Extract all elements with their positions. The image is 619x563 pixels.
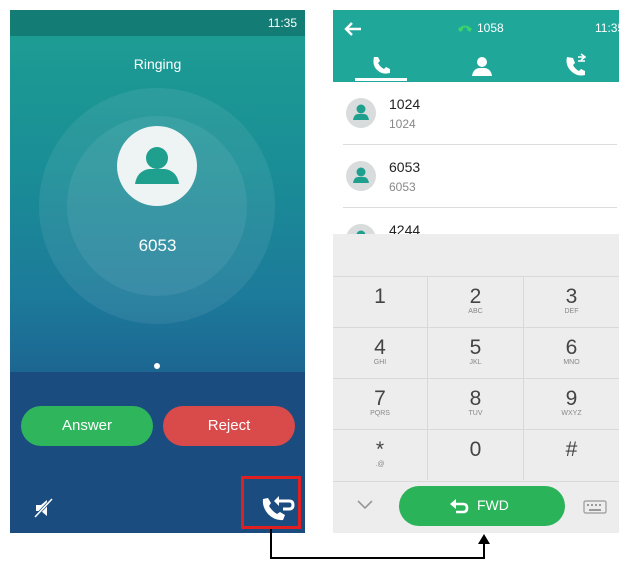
mute-icon[interactable] bbox=[32, 496, 56, 520]
contact-avatar bbox=[346, 161, 376, 191]
reject-button[interactable]: Reject bbox=[163, 406, 295, 446]
contact-number: 1024 bbox=[389, 117, 416, 131]
active-tab-indicator bbox=[355, 78, 407, 81]
list-item[interactable]: 4244 bbox=[333, 208, 619, 234]
status-time: 11:35 bbox=[267, 16, 297, 30]
contact-name: 1024 bbox=[389, 96, 421, 112]
person-icon bbox=[353, 167, 369, 183]
key-5[interactable]: 5 JKL bbox=[428, 327, 524, 378]
status-bar: 11:35 bbox=[10, 10, 305, 36]
key-8[interactable]: 8 TUV bbox=[428, 378, 524, 429]
key-1[interactable]: 1 bbox=[333, 276, 428, 327]
active-call-icon bbox=[457, 22, 473, 34]
key-digit: # bbox=[565, 438, 578, 461]
key-letters: ABC bbox=[468, 308, 483, 315]
forward-button-label: FWD bbox=[477, 497, 509, 513]
forward-button[interactable]: FWD bbox=[399, 486, 565, 526]
key-4[interactable]: 4 GHI bbox=[333, 327, 428, 378]
key-digit: 7 bbox=[374, 387, 386, 410]
back-arrow-icon[interactable] bbox=[343, 19, 363, 39]
key-6[interactable]: 6 MNO bbox=[524, 327, 619, 378]
chevron-down-icon[interactable] bbox=[355, 498, 375, 512]
dial-keypad: 1 2 ABC 3 DEF 4 GHI 5 JKL 6 MNO 7 PQRS 8 TUV 9 WXYZ * .@ 0 # bbox=[333, 276, 619, 481]
forward-highlight-box bbox=[241, 476, 301, 529]
page-indicator-dot bbox=[154, 363, 160, 369]
key-letters: TUV bbox=[468, 410, 483, 417]
list-item[interactable]: 6053 6053 bbox=[333, 145, 619, 207]
key-letters: JKL bbox=[469, 359, 482, 366]
person-icon bbox=[353, 104, 369, 120]
contacts-list[interactable]: 1024 1024 6053 6053 4244 bbox=[333, 82, 619, 234]
key-2[interactable]: 2 ABC bbox=[428, 276, 524, 327]
list-item[interactable]: 1024 1024 bbox=[333, 82, 619, 144]
key-0[interactable]: 0 bbox=[428, 429, 524, 480]
contact-number: 6053 bbox=[389, 180, 416, 194]
answer-button[interactable]: Answer bbox=[21, 406, 153, 446]
key-digit: 6 bbox=[565, 336, 578, 359]
contact-avatar bbox=[346, 224, 376, 234]
keyboard-icon[interactable] bbox=[583, 500, 607, 514]
key-digit: 5 bbox=[469, 336, 482, 359]
key-digit: 3 bbox=[565, 285, 578, 308]
key-7[interactable]: 7 PQRS bbox=[333, 378, 428, 429]
contact-avatar bbox=[346, 98, 376, 128]
status-time: 11:35 bbox=[595, 21, 619, 35]
history-tab-icon[interactable] bbox=[563, 53, 589, 79]
person-icon bbox=[135, 147, 179, 184]
key-3[interactable]: 3 DEF bbox=[524, 276, 619, 327]
key-digit: * bbox=[375, 438, 385, 461]
caller-number: 6053 bbox=[138, 236, 177, 255]
key-digit: 1 bbox=[374, 285, 386, 308]
key-digit: 9 bbox=[565, 387, 578, 410]
key-digit: 4 bbox=[374, 336, 386, 359]
contacts-tab-icon[interactable] bbox=[469, 53, 495, 79]
key-9[interactable]: 9 WXYZ bbox=[524, 378, 619, 429]
key-digit: 2 bbox=[469, 285, 482, 308]
key-letters: .@ bbox=[375, 461, 385, 468]
key-letters: MNO bbox=[563, 359, 580, 366]
key-hash[interactable]: # bbox=[524, 429, 619, 480]
key-letters: DEF bbox=[564, 308, 579, 315]
incoming-call-screen: 11:35 Ringing 6053 Answer Reject bbox=[10, 10, 305, 533]
key-letters: PQRS bbox=[370, 410, 390, 417]
key-digit: 8 bbox=[469, 387, 482, 410]
contact-name: 4244 bbox=[389, 222, 421, 234]
active-call-number: 1058 bbox=[477, 21, 504, 35]
phone-tab-icon[interactable] bbox=[368, 53, 394, 79]
person-icon bbox=[356, 230, 366, 234]
caller-avatar bbox=[117, 126, 197, 206]
key-digit: 0 bbox=[469, 438, 482, 461]
call-status-label: Ringing bbox=[133, 56, 182, 72]
forward-return-icon bbox=[449, 498, 469, 514]
dialer-header: 1058 11:35 bbox=[333, 10, 619, 82]
key-star[interactable]: * .@ bbox=[333, 429, 428, 480]
key-letters: GHI bbox=[373, 359, 387, 366]
key-letters: WXYZ bbox=[561, 410, 582, 417]
contact-name: 6053 bbox=[389, 159, 421, 175]
forward-dialer-screen: 1058 11:35 bbox=[333, 10, 619, 533]
